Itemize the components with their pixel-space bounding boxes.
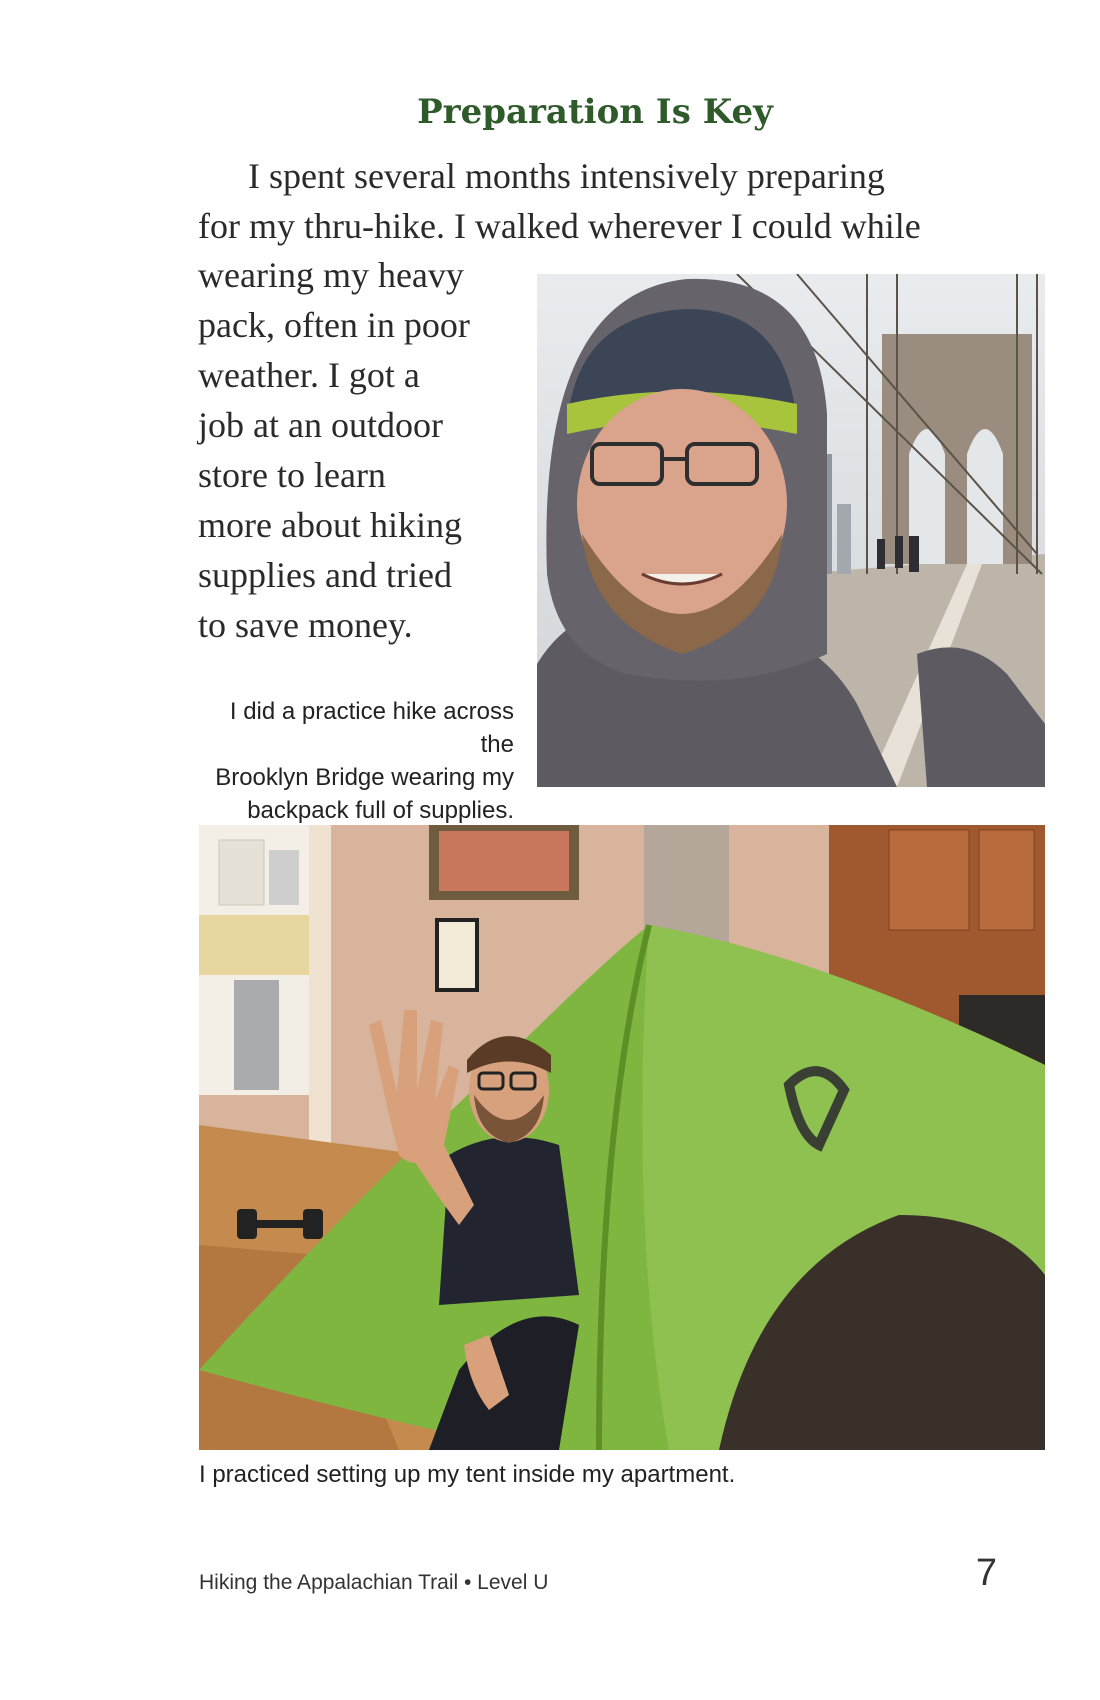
paragraph-line: pack, often in poor <box>198 305 470 345</box>
tent-apartment-photo <box>199 825 1045 1450</box>
page-title: Preparation Is Key <box>417 92 773 132</box>
paragraph-line: store to learn <box>198 455 386 495</box>
paragraph-line: job at an outdoor <box>198 405 443 445</box>
paragraph-line: I spent several months intensively prepa… <box>248 156 885 196</box>
paragraph-line: wearing my heavy <box>198 255 464 295</box>
bridge-photo-caption: I did a practice hike across the Brookly… <box>190 695 514 827</box>
bridge-selfie-photo <box>537 274 1045 787</box>
page-number: 7 <box>975 1552 997 1594</box>
caption-line: Brooklyn Bridge wearing my <box>215 764 514 791</box>
tent-photo-caption: I practiced setting up my tent inside my… <box>199 1461 736 1488</box>
paragraph-column: wearing my heavy pack, often in poor wea… <box>198 250 528 650</box>
paragraph-line: supplies and tried <box>198 555 452 595</box>
paragraph-line: weather. I got a <box>198 355 420 395</box>
paragraph-line: for my thru-hike. I walked wherever I co… <box>198 206 921 246</box>
caption-line: backpack full of supplies. <box>247 797 514 824</box>
paragraph-line: to save money. <box>198 605 413 645</box>
paragraph-line: more about hiking <box>198 505 462 545</box>
footer-book-title: Hiking the Appalachian Trail • Level U <box>199 1571 549 1594</box>
caption-line: I did a practice hike across the <box>229 698 514 758</box>
